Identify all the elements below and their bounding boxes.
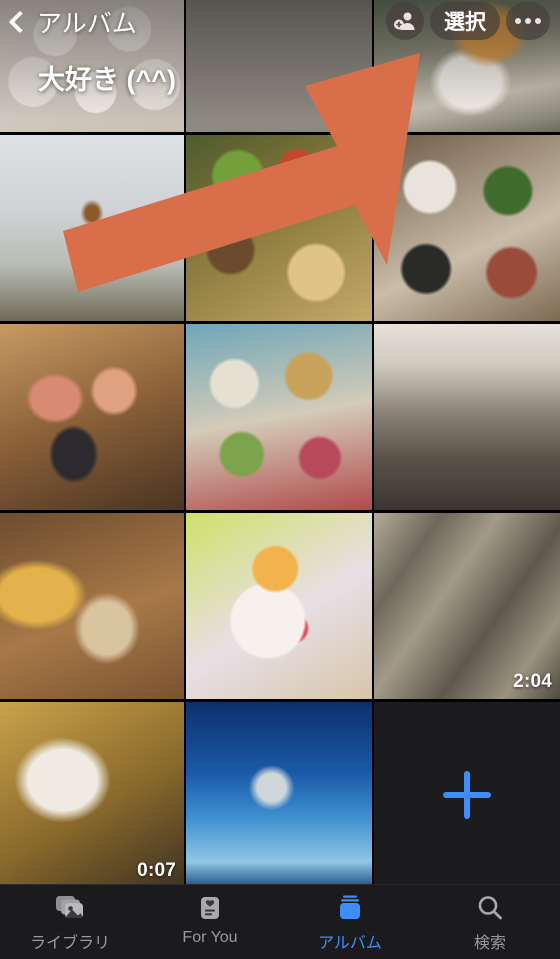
tab-for-you[interactable]: For You: [140, 893, 280, 947]
album-title: 大好き (^^): [38, 65, 177, 95]
more-options-button[interactable]: [506, 2, 550, 40]
photo-cell[interactable]: [186, 324, 372, 510]
photo-cell[interactable]: [186, 135, 372, 321]
albums-icon: [335, 893, 365, 923]
photo-cell[interactable]: [186, 702, 372, 888]
heart-card-icon: [196, 893, 224, 923]
sakura-skewer: [0, 135, 184, 321]
video-duration-badge: 2:04: [513, 671, 552, 692]
photo-cell[interactable]: [374, 135, 560, 321]
header-actions: 選択: [386, 2, 550, 40]
pancakes-plate: [186, 0, 372, 132]
photo-cell[interactable]: [0, 513, 184, 699]
dolphin-jump: [186, 702, 372, 888]
back-button[interactable]: アルバム: [8, 4, 137, 40]
plus-icon: [443, 771, 491, 819]
tab-library-label: ライブラリ: [29, 935, 110, 952]
photo-cell[interactable]: [0, 324, 184, 510]
photo-cell[interactable]: 2:04: [374, 513, 560, 699]
tab-search-label: 検索: [473, 935, 506, 952]
ellipsis-icon: [515, 18, 521, 24]
photo-cell[interactable]: [0, 135, 184, 321]
sashimi-platter: [0, 324, 184, 510]
bento-box-green: [186, 135, 372, 321]
chevron-left-icon: [8, 10, 32, 34]
photo-cell[interactable]: [374, 324, 560, 510]
dessert-plate: [186, 513, 372, 699]
tab-library[interactable]: ライブラリ: [0, 893, 140, 953]
select-button[interactable]: 選択: [430, 2, 500, 40]
shop-interior: [374, 324, 560, 510]
ellipsis-icon: [525, 18, 531, 24]
picnic-spread: [186, 324, 372, 510]
photo-cell[interactable]: 0:07: [0, 702, 184, 888]
photo-cell[interactable]: [186, 0, 372, 132]
bento-containers: [374, 135, 560, 321]
tab-albums-label: アルバム: [318, 935, 382, 952]
photos-album-screen: 2:04 0:07 アルバム 大好き (^^) 選択 ライブラリ For You…: [0, 0, 560, 959]
add-people-button[interactable]: [386, 2, 424, 40]
tab-search[interactable]: 検索: [420, 893, 560, 953]
photos-stack-icon: [54, 893, 86, 923]
person-add-icon: [394, 12, 415, 30]
tab-albums[interactable]: アルバム: [280, 893, 420, 953]
tab-for-you-label: For You: [182, 929, 238, 946]
photo-cell[interactable]: [186, 513, 372, 699]
photo-grid: 2:04 0:07: [0, 0, 560, 888]
back-button-label: アルバム: [37, 10, 137, 38]
tab-bar: ライブラリ For You アルバム 検索: [0, 884, 560, 959]
beer-and-sushi: [0, 513, 184, 699]
search-icon: [476, 893, 504, 923]
video-duration-badge: 0:07: [137, 860, 176, 881]
add-photos-button[interactable]: [374, 702, 560, 888]
ellipsis-icon: [535, 18, 541, 24]
